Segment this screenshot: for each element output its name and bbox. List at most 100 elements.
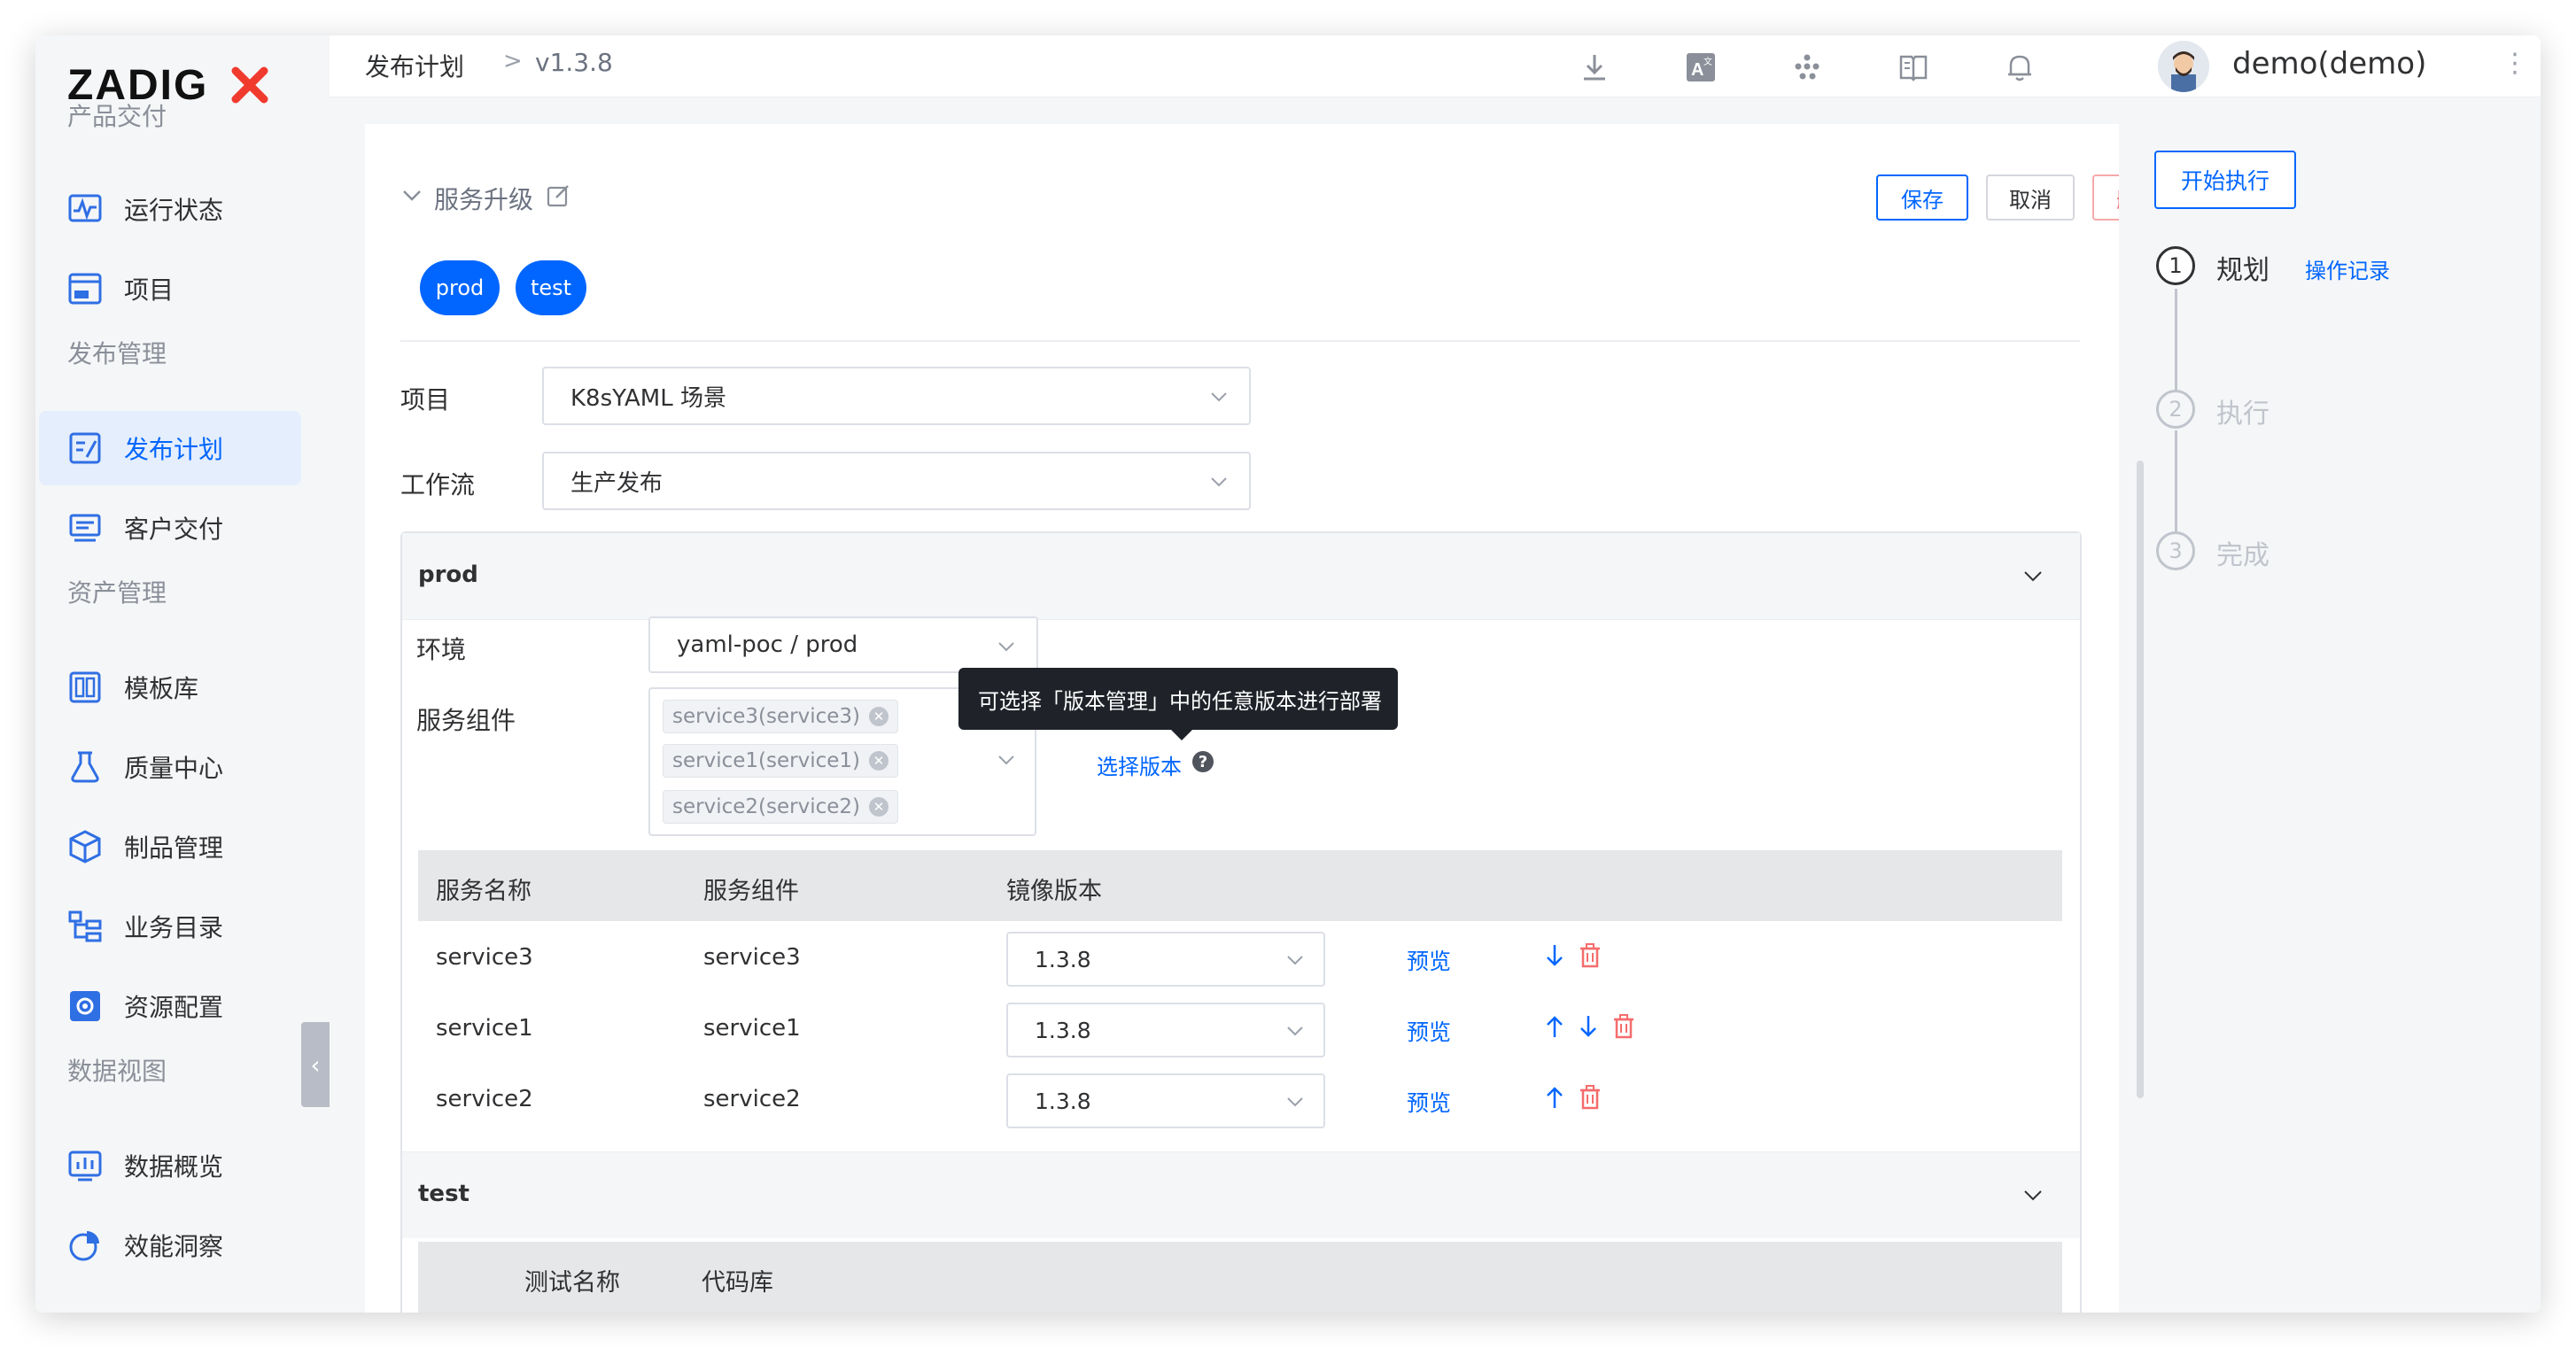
close-icon[interactable]: ✕: [869, 797, 888, 817]
prod-panel-header[interactable]: prod: [402, 533, 2080, 620]
arrow-down-icon[interactable]: [1575, 1013, 1602, 1043]
step-number: 1: [2156, 246, 2195, 285]
prod-panel-title: prod: [418, 562, 478, 588]
chevron-down-icon: [996, 749, 1017, 774]
cancel-button[interactable]: 取消: [1986, 174, 2075, 221]
sidebar-item-label: 发布计划: [124, 435, 224, 464]
help-icon[interactable]: ?: [1192, 751, 1214, 772]
chevron-down-icon: [1284, 1091, 1306, 1118]
component-cell: service1: [703, 1015, 801, 1042]
env-tag-prod[interactable]: prod: [420, 260, 500, 315]
user-name[interactable]: demo(demo): [2232, 46, 2426, 81]
sidebar-item-data-overview[interactable]: 数据概览: [39, 1128, 301, 1203]
chevron-down-icon: [996, 636, 1017, 663]
component-tag-label: service3(service3): [672, 705, 860, 728]
sidebar-item-efficiency-insight[interactable]: 效能洞察: [39, 1208, 301, 1282]
save-button[interactable]: 保存: [1876, 174, 1968, 221]
bar-chart-icon: [67, 1148, 103, 1183]
service-table-header: 服务名称 服务组件 镜像版本: [418, 850, 2062, 921]
sidebar-item-label: 模板库: [124, 674, 199, 703]
chevron-down-icon[interactable]: [2021, 1184, 2045, 1211]
preview-link[interactable]: 预览: [1407, 1015, 1451, 1047]
book-icon[interactable]: [1894, 48, 1933, 87]
apps-dots-icon[interactable]: [1788, 48, 1827, 87]
operation-log-link[interactable]: 操作记录: [2305, 253, 2390, 284]
pm-project-icon: [67, 271, 103, 306]
group-label-data-view: 数据视图: [67, 1057, 167, 1086]
close-icon[interactable]: ✕: [869, 707, 888, 726]
sidebar-item-template-library[interactable]: 模板库: [39, 650, 301, 724]
chevron-down-icon: [1208, 471, 1230, 499]
trash-icon[interactable]: [1577, 942, 1603, 972]
sidebar-item-business-catalog[interactable]: 业务目录: [39, 889, 301, 964]
column-header: 测试名称: [524, 1269, 620, 1297]
divider: [400, 340, 2080, 342]
component-tag-label: service1(service1): [672, 749, 860, 772]
workflow-label: 工作流: [400, 470, 476, 500]
chevron-down-icon[interactable]: [2021, 565, 2045, 592]
image-version-select[interactable]: 1.3.8: [1006, 932, 1325, 987]
image-version-select[interactable]: 1.3.8: [1006, 1003, 1325, 1057]
component-tag: service3(service3) ✕: [663, 700, 898, 733]
sidebar-item-release-plan[interactable]: 发布计划: [39, 411, 301, 485]
pie-chart-icon: [67, 1228, 103, 1263]
test-panel-header[interactable]: test: [402, 1151, 2080, 1238]
select-version-link[interactable]: 选择版本: [1097, 749, 1182, 780]
project-label: 项目: [400, 385, 451, 414]
project-select[interactable]: K8sYAML 场景: [542, 367, 1251, 425]
sidebar-collapse-button[interactable]: ‹: [301, 1022, 330, 1107]
sidebar-item-label: 客户交付: [124, 515, 224, 544]
download-icon[interactable]: [1575, 48, 1614, 87]
trash-icon[interactable]: [1610, 1013, 1637, 1043]
image-version-select[interactable]: 1.3.8: [1006, 1073, 1325, 1128]
trash-icon[interactable]: [1577, 1084, 1603, 1114]
sidebar-item-customer-delivery[interactable]: 客户交付: [39, 491, 301, 565]
edit-icon[interactable]: [546, 183, 570, 214]
test-panel-title: test: [418, 1181, 469, 1207]
env-select[interactable]: yaml-poc / prod: [648, 616, 1038, 673]
workflow-select[interactable]: 生产发布: [542, 452, 1251, 510]
breadcrumb-version: v1.3.8: [535, 48, 613, 77]
more-menu-icon[interactable]: ⋮: [2502, 48, 2528, 79]
gear-box-icon: [67, 988, 103, 1024]
arrow-down-icon[interactable]: [1541, 942, 1568, 972]
sidebar-item-run-status[interactable]: 运行状态: [39, 172, 301, 246]
preview-link[interactable]: 预览: [1407, 944, 1451, 976]
delete-button[interactable]: 删除: [2092, 174, 2119, 221]
scrollbar-thumb[interactable]: [2137, 461, 2144, 1098]
sidebar-item-quality-center[interactable]: 质量中心: [39, 730, 301, 804]
translate-icon[interactable]: A文: [1681, 48, 1720, 87]
sidebar-item-project[interactable]: 项目: [39, 252, 301, 326]
chevron-down-icon: [1284, 949, 1306, 976]
sidebar-item-artifact-management[interactable]: 制品管理: [39, 810, 301, 884]
service-name-cell: service1: [436, 1015, 533, 1042]
env-select-value: yaml-poc / prod: [677, 631, 858, 658]
sidebar: ZADIG 产品交付 运行状态 项目 发布管理 发布计划 客户交付 资产管理 模…: [35, 35, 330, 1313]
sidebar-item-label: 资源配置: [124, 993, 224, 1022]
sidebar-item-resource-config[interactable]: 资源配置: [39, 969, 301, 1043]
column-header: 镜像版本: [1006, 878, 1102, 905]
env-tag-test[interactable]: test: [516, 260, 586, 315]
avatar[interactable]: [2158, 41, 2209, 92]
bell-icon[interactable]: [2000, 48, 2039, 87]
column-header: 代码库: [702, 1269, 773, 1297]
preview-link[interactable]: 预览: [1407, 1086, 1451, 1118]
component-tag-label: service2(service2): [672, 795, 860, 818]
start-execution-button[interactable]: 开始执行: [2154, 151, 2296, 209]
customer-delivery-icon: [67, 510, 103, 546]
section-header[interactable]: 服务升级: [400, 181, 570, 216]
steps-panel: 开始执行 1 规划 操作记录 2 执行 3 完成: [2154, 124, 2541, 1313]
svg-text:A: A: [1691, 60, 1703, 80]
sidebar-item-label: 制品管理: [124, 833, 224, 863]
arrow-up-icon[interactable]: [1541, 1013, 1568, 1043]
column-header: 服务名称: [436, 878, 531, 905]
sidebar-item-label: 运行状态: [124, 196, 224, 225]
pulse-monitor-icon: [67, 191, 103, 227]
env-label: 环境: [416, 635, 467, 664]
arrow-up-icon[interactable]: [1541, 1084, 1568, 1114]
component-tag: service2(service2) ✕: [663, 790, 898, 824]
flask-icon: [67, 749, 103, 785]
close-icon[interactable]: ✕: [869, 751, 888, 771]
chevron-down-icon[interactable]: [400, 184, 423, 213]
breadcrumb-release-plan[interactable]: 发布计划: [365, 48, 464, 83]
